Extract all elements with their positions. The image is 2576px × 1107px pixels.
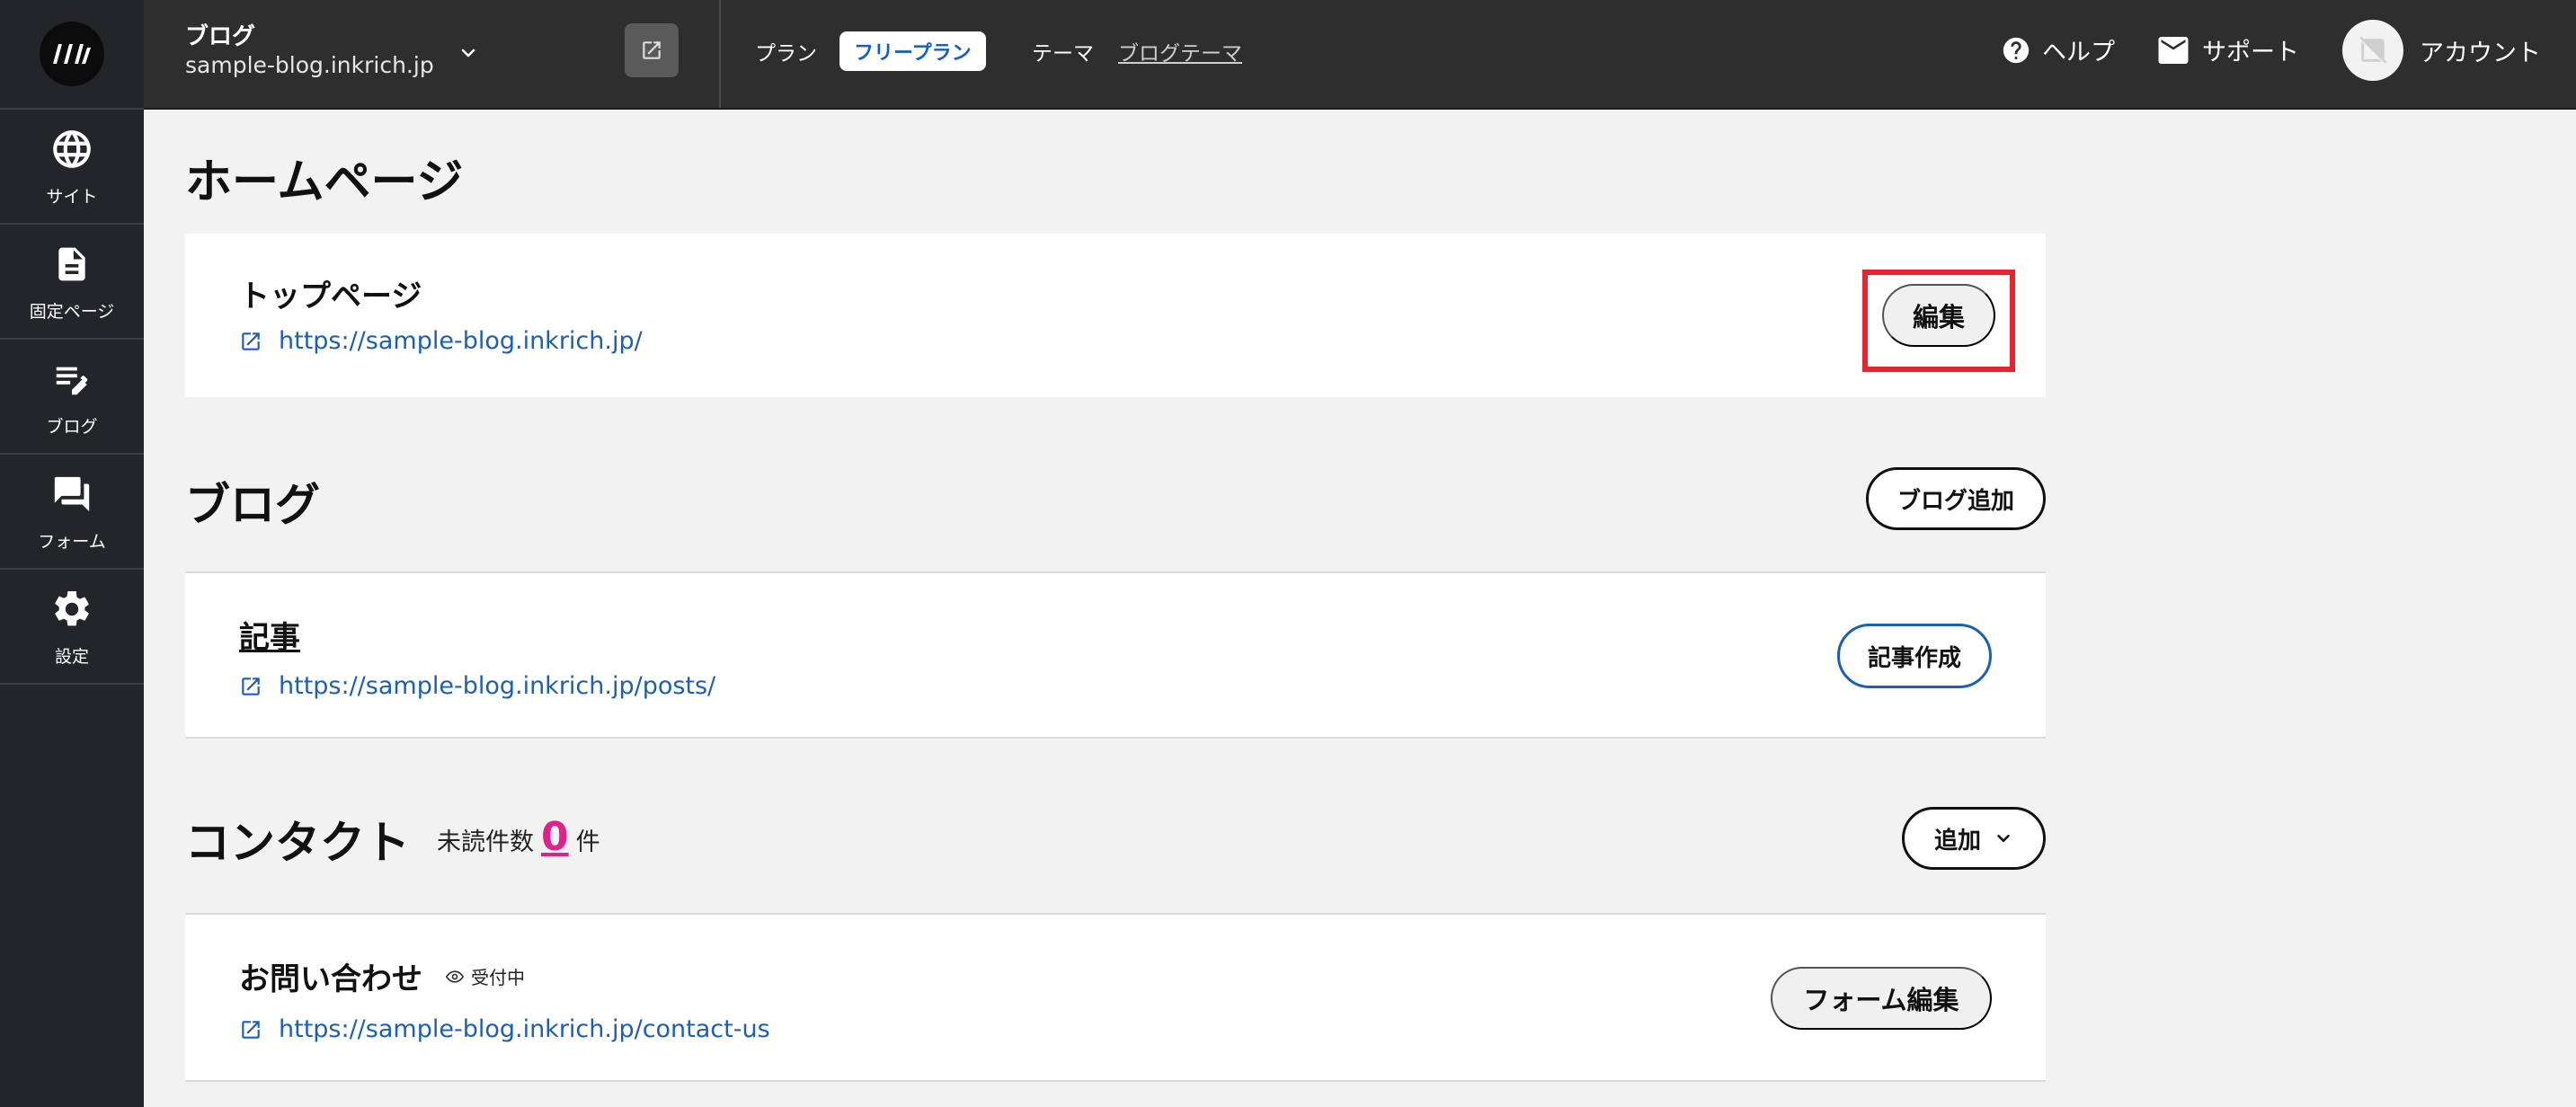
unread-count[interactable]: 0	[541, 814, 569, 860]
help-label: ヘルプ	[2042, 39, 2115, 66]
contact-form-card: お問い合わせ 受付中 https://sample-blog.inkrich.j…	[185, 913, 2046, 1082]
account-label: アカウント	[2420, 39, 2541, 67]
sidebar-item-fixed-pages[interactable]: 固定ページ	[0, 225, 144, 340]
status-badge: 受付中	[446, 963, 525, 989]
create-post-button[interactable]: 記事作成	[1837, 624, 1992, 688]
top-header: ブログ sample-blog.inkrich.jp プラン フリープラン テー…	[144, 0, 2576, 110]
logo-cell	[0, 0, 144, 110]
homepage-card: トップページ https://sample-blog.inkrich.jp/ 編…	[185, 234, 2046, 397]
site-name: ブログ	[185, 23, 256, 50]
site-switcher[interactable]: ブログ sample-blog.inkrich.jp	[144, 0, 721, 108]
chevron-down-icon	[1997, 834, 2010, 843]
edit-button[interactable]: 編集	[1882, 284, 1995, 347]
open-site-button[interactable]	[625, 23, 679, 77]
top-page-name: トップページ	[239, 279, 422, 314]
blog-posts-url-row[interactable]: https://sample-blog.inkrich.jp/posts/	[239, 672, 715, 700]
sidebar-item-label: フォーム	[38, 531, 106, 552]
sidebar-item-label: 固定ページ	[29, 301, 115, 322]
external-link-icon	[242, 1020, 260, 1039]
sidebar-item-label: サイト	[46, 186, 98, 207]
chevron-down-icon[interactable]	[453, 38, 484, 68]
contact-form-url[interactable]: https://sample-blog.inkrich.jp/contact-u…	[279, 1015, 770, 1043]
inkrich-logo-icon[interactable]	[40, 22, 104, 86]
main-content: ホームページ トップページ https://sample-blog.inkric…	[144, 110, 2576, 1107]
blog-card: 記事 https://sample-blog.inkrich.jp/posts/…	[185, 571, 2046, 739]
external-link-icon	[242, 332, 260, 350]
account-menu[interactable]: アカウント	[2342, 20, 2541, 81]
sidebar-item-label: 設定	[54, 646, 89, 667]
blog-section-title: ブログ	[185, 479, 320, 531]
gear-icon	[49, 586, 95, 633]
sidebar-item-blog[interactable]: ブログ	[0, 340, 144, 455]
external-link-icon	[242, 677, 260, 695]
document-icon	[49, 241, 95, 288]
help-icon	[2003, 37, 2030, 63]
edit-form-button[interactable]: フォーム編集	[1771, 967, 1992, 1030]
contact-form-name: お問い合わせ	[239, 961, 422, 997]
no-image-icon	[2359, 36, 2387, 64]
unread-suffix: 件	[575, 828, 600, 856]
forum-icon	[49, 471, 95, 518]
add-blog-button[interactable]: ブログ追加	[1866, 467, 2046, 530]
theme-link[interactable]: ブログテーマ	[1118, 36, 1242, 66]
sidebar-item-label: ブログ	[46, 416, 98, 437]
add-contact-label: 追加	[1933, 826, 1981, 854]
sidebar-item-form[interactable]: フォーム	[0, 455, 144, 570]
help-link[interactable]: ヘルプ	[2001, 32, 2115, 67]
external-link-icon	[643, 41, 661, 59]
eye-icon	[446, 970, 464, 983]
sidebar-item-site[interactable]: サイト	[0, 110, 144, 225]
contact-section-title: コンタクト	[185, 817, 410, 869]
globe-icon	[49, 126, 95, 173]
support-label: サポート	[2202, 39, 2299, 66]
sidebar: サイト 固定ページ ブログ フォーム 設定	[0, 0, 144, 1107]
support-link[interactable]: サポート	[2157, 32, 2299, 67]
unread-prefix: 未読件数	[437, 828, 534, 856]
blog-posts-url[interactable]: https://sample-blog.inkrich.jp/posts/	[279, 672, 715, 700]
top-page-url[interactable]: https://sample-blog.inkrich.jp/	[279, 327, 643, 355]
plan-label: プラン	[755, 42, 817, 66]
theme-label: テーマ	[1032, 42, 1094, 66]
page-title: ホームページ	[185, 155, 464, 209]
plan-badge[interactable]: フリープラン	[839, 31, 986, 71]
top-page-url-row[interactable]: https://sample-blog.inkrich.jp/	[239, 327, 643, 355]
blog-posts-name[interactable]: 記事	[239, 613, 300, 657]
mail-icon	[2158, 36, 2189, 64]
status-label: 受付中	[471, 967, 525, 988]
add-contact-button[interactable]: 追加	[1902, 807, 2046, 870]
unread-counter: 未読件数 0 件	[437, 814, 600, 860]
contact-form-url-row[interactable]: https://sample-blog.inkrich.jp/contact-u…	[239, 1015, 770, 1043]
sidebar-item-settings[interactable]: 設定	[0, 570, 144, 685]
edit-list-icon	[49, 356, 95, 403]
site-domain: sample-blog.inkrich.jp	[185, 52, 434, 78]
avatar	[2342, 20, 2403, 81]
contact-form-header: お問い合わせ 受付中	[239, 954, 525, 998]
